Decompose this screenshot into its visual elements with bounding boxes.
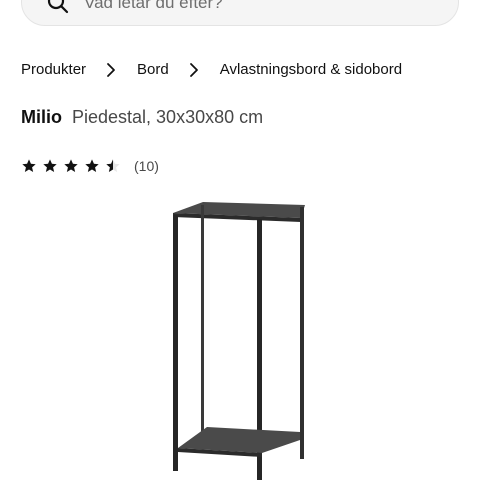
chevron-right-icon	[103, 62, 119, 78]
page-title: Milio Piedestal, 30x30x80 cm	[21, 107, 263, 128]
chevron-right-icon	[186, 62, 202, 78]
search-input[interactable]	[84, 0, 424, 15]
breadcrumb-item-produkter[interactable]: Produkter	[21, 61, 86, 78]
breadcrumb: Produkter Bord Avlastningsbord & sidobor…	[21, 61, 402, 78]
star-filled-icon	[43, 159, 57, 172]
star-filled-icon	[85, 159, 99, 172]
star-half-icon	[106, 159, 120, 172]
search-bar[interactable]	[21, 0, 459, 26]
star-filled-icon	[22, 159, 36, 172]
star-filled-icon	[64, 159, 78, 172]
breadcrumb-item-avlastningsbord[interactable]: Avlastningsbord & sidobord	[220, 61, 402, 78]
product-name: Milio	[21, 107, 62, 127]
search-icon[interactable]	[46, 0, 70, 15]
pedestal-image	[173, 202, 305, 480]
product-description: Piedestal, 30x30x80 cm	[72, 107, 264, 127]
breadcrumb-item-bord[interactable]: Bord	[137, 61, 169, 78]
product-page: Produkter Bord Avlastningsbord & sidobor…	[0, 0, 480, 480]
rating-count: (10)	[134, 158, 159, 174]
product-image[interactable]	[160, 195, 320, 480]
product-rating[interactable]: (10)	[21, 158, 159, 174]
